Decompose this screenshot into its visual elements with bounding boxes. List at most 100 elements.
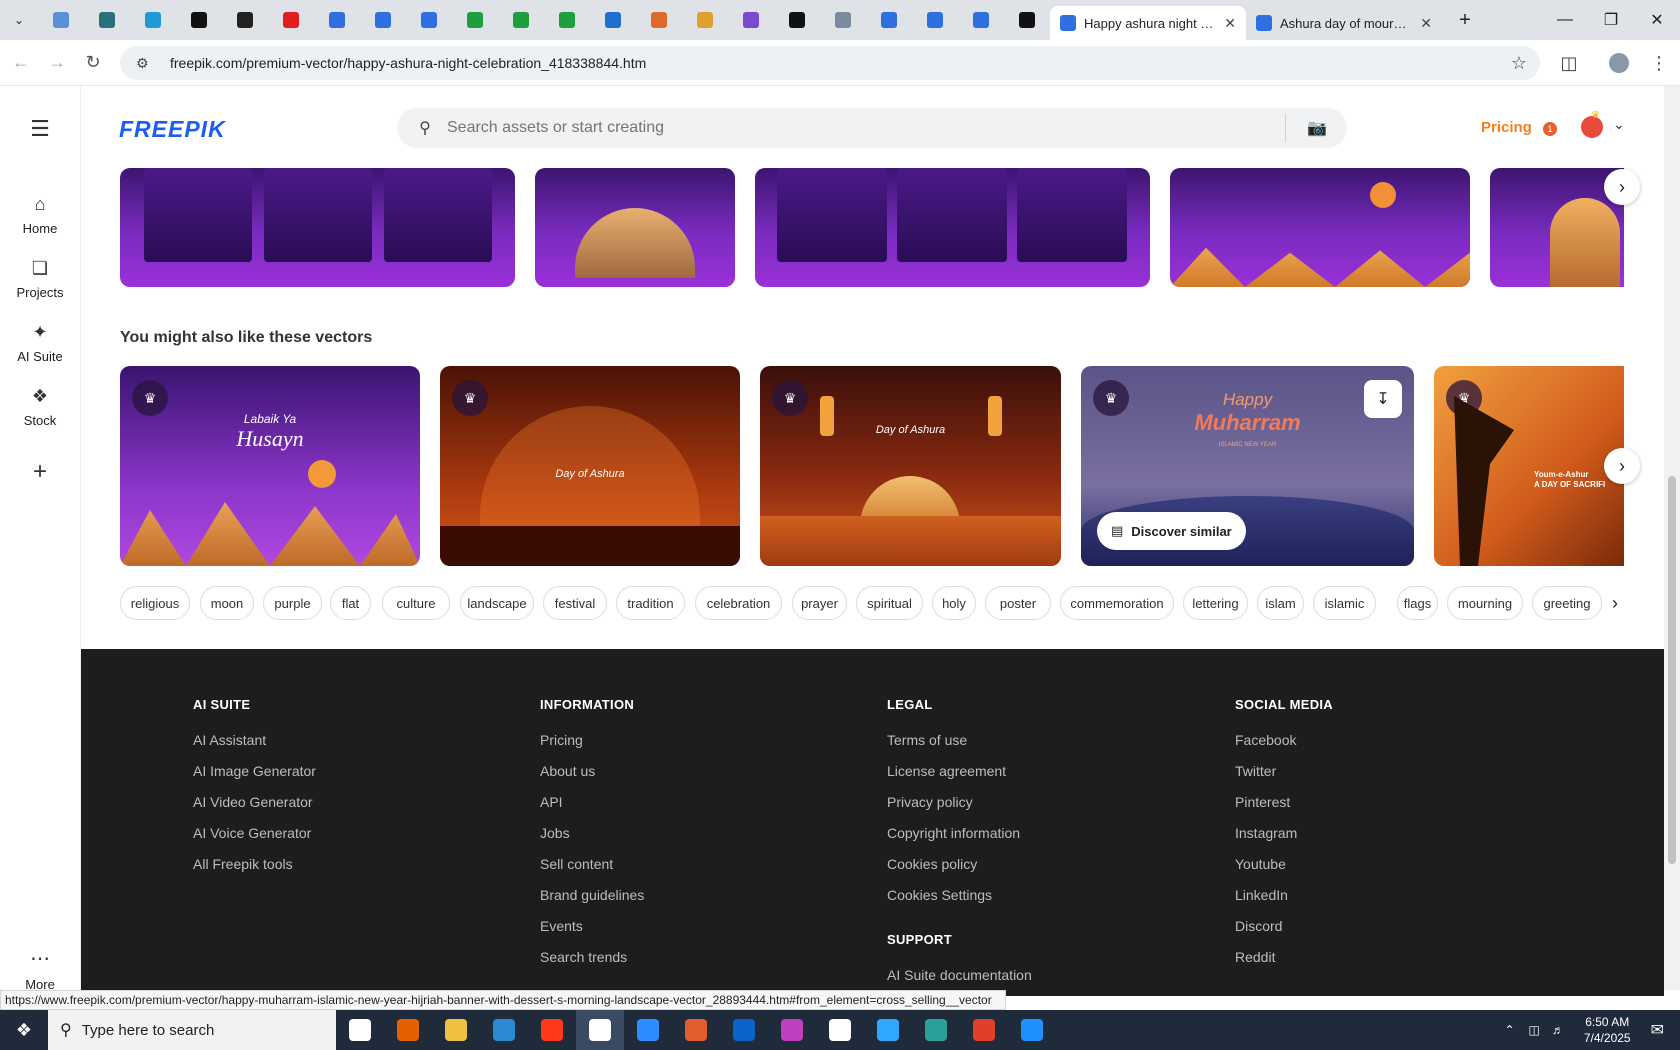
pinned-tab[interactable] <box>728 0 774 40</box>
pinned-tab[interactable] <box>38 0 84 40</box>
back-button[interactable]: ← <box>6 48 36 78</box>
pinned-tab[interactable] <box>176 0 222 40</box>
rail-item-ai-suite[interactable]: ✦ AI Suite <box>0 322 80 364</box>
tag-chip[interactable]: holy <box>932 586 976 620</box>
close-window-button[interactable]: ✕ <box>1634 0 1680 40</box>
footer-link[interactable]: About us <box>540 763 644 794</box>
vector-card[interactable]: ♛ Happy Muharram ISLAMIC NEW YEAR ↧ ▤ Di… <box>1081 366 1414 566</box>
taskbar-app[interactable] <box>1008 1010 1056 1050</box>
footer-link[interactable]: Cookies Settings <box>887 887 1032 918</box>
forward-button[interactable]: → <box>42 48 72 78</box>
tag-chip[interactable]: islam <box>1257 586 1304 620</box>
taskbar-app[interactable] <box>768 1010 816 1050</box>
taskbar-app[interactable] <box>816 1010 864 1050</box>
carousel-card[interactable] <box>1170 168 1470 287</box>
bookmark-star-icon[interactable]: ☆ <box>1504 48 1534 78</box>
footer-link[interactable]: AI Video Generator <box>193 794 316 825</box>
tab-inactive[interactable]: Ashura day of mourning ✕ <box>1246 6 1442 40</box>
pinned-tab[interactable] <box>820 0 866 40</box>
tag-chip[interactable]: religious <box>120 586 190 620</box>
pinned-tab[interactable] <box>958 0 1004 40</box>
pricing-link[interactable]: Pricing <box>1481 119 1532 136</box>
footer-link[interactable]: LinkedIn <box>1235 887 1333 918</box>
pinned-tab[interactable] <box>912 0 958 40</box>
close-tab-icon[interactable]: ✕ <box>1224 15 1236 32</box>
tag-chip[interactable]: landscape <box>460 586 534 620</box>
pinned-tab[interactable] <box>774 0 820 40</box>
camera-icon[interactable]: 📷 <box>1307 118 1327 138</box>
close-tab-icon[interactable]: ✕ <box>1420 15 1432 32</box>
extensions-icon[interactable]: ◫ <box>1554 48 1584 78</box>
pinned-tab[interactable] <box>544 0 590 40</box>
tag-chip[interactable]: culture <box>382 586 450 620</box>
footer-link[interactable]: License agreement <box>887 763 1032 794</box>
rail-add-button[interactable]: + <box>0 458 80 492</box>
tag-chip[interactable]: prayer <box>792 586 847 620</box>
footer-link[interactable]: Jobs <box>540 825 644 856</box>
tag-chip[interactable]: mourning <box>1447 586 1523 620</box>
taskbar-search[interactable]: ⚲ Type here to search <box>48 1010 336 1050</box>
discover-similar-button[interactable]: ▤ Discover similar <box>1097 512 1246 550</box>
freepik-logo[interactable]: FREEPIK <box>119 116 226 143</box>
pinned-tab[interactable] <box>406 0 452 40</box>
footer-link[interactable]: Copyright information <box>887 825 1032 856</box>
tag-chip[interactable]: flags <box>1397 586 1438 620</box>
pinned-tab[interactable] <box>222 0 268 40</box>
pinned-tab[interactable] <box>130 0 176 40</box>
tag-chip[interactable]: celebration <box>695 586 782 620</box>
tag-chip[interactable]: flat <box>330 586 371 620</box>
taskbar-app[interactable] <box>432 1010 480 1050</box>
footer-link[interactable]: AI Assistant <box>193 732 316 763</box>
pinned-tab[interactable] <box>498 0 544 40</box>
footer-link[interactable]: Events <box>540 918 644 949</box>
scrollbar-thumb[interactable] <box>1668 476 1676 864</box>
pinned-tab[interactable] <box>682 0 728 40</box>
chevron-down-icon[interactable]: ⌄ <box>1613 116 1625 133</box>
minimize-button[interactable]: — <box>1542 0 1588 40</box>
search-input[interactable] <box>447 119 1267 137</box>
network-icon[interactable]: ◫ <box>1529 1023 1540 1037</box>
search-bar[interactable]: ⚲ 📷 <box>397 108 1347 148</box>
pinned-tab[interactable] <box>1004 0 1050 40</box>
footer-link[interactable]: Facebook <box>1235 732 1333 763</box>
footer-link[interactable]: Twitter <box>1235 763 1333 794</box>
site-info-icon[interactable]: ⚙ <box>136 55 158 72</box>
taskbar-app[interactable] <box>720 1010 768 1050</box>
footer-link[interactable]: Instagram <box>1235 825 1333 856</box>
carousel-card[interactable] <box>120 168 515 287</box>
pinned-tab[interactable] <box>268 0 314 40</box>
vector-card[interactable]: ♛ Youm-e-Ashur A DAY OF SACRIFI <box>1434 366 1624 566</box>
footer-link[interactable]: AI Voice Generator <box>193 825 316 856</box>
notification-badge[interactable]: 1 <box>1543 122 1557 136</box>
reload-button[interactable]: ↻ <box>78 48 108 78</box>
pinned-tab[interactable] <box>84 0 130 40</box>
vectors-next-button[interactable]: › <box>1604 448 1640 484</box>
pinned-tab[interactable] <box>636 0 682 40</box>
rail-item-stock[interactable]: ❖ Stock <box>0 386 80 428</box>
chevron-right-icon[interactable]: › <box>1612 593 1618 614</box>
taskbar-app[interactable] <box>528 1010 576 1050</box>
clock[interactable]: 6:50 AM 7/4/2025 <box>1584 1014 1631 1046</box>
footer-link[interactable]: Cookies policy <box>887 856 1032 887</box>
browser-menu-icon[interactable]: ⋮ <box>1644 48 1674 78</box>
taskbar-app[interactable] <box>960 1010 1008 1050</box>
carousel-card[interactable] <box>535 168 735 287</box>
new-tab-button[interactable]: + <box>1442 0 1488 40</box>
footer-link[interactable]: AI Image Generator <box>193 763 316 794</box>
footer-link[interactable]: Privacy policy <box>887 794 1032 825</box>
rail-item-more[interactable]: ⋯ More <box>0 946 80 992</box>
tag-chip[interactable]: festival <box>543 586 607 620</box>
pinned-tab[interactable] <box>590 0 636 40</box>
tag-chip[interactable]: poster <box>985 586 1051 620</box>
footer-link[interactable]: Pricing <box>540 732 644 763</box>
tag-chip[interactable]: tradition <box>616 586 685 620</box>
url-field[interactable]: ⚙ freepik.com/premium-vector/happy-ashur… <box>120 46 1540 80</box>
taskbar-app[interactable] <box>672 1010 720 1050</box>
windows-start-button[interactable]: ❖ <box>0 1010 48 1050</box>
footer-link[interactable]: Youtube <box>1235 856 1333 887</box>
page-scrollbar[interactable] <box>1664 86 1680 990</box>
footer-link[interactable]: Terms of use <box>887 732 1032 763</box>
pinned-tab[interactable] <box>314 0 360 40</box>
footer-link[interactable]: Reddit <box>1235 949 1333 980</box>
rail-item-projects[interactable]: ❏ Projects <box>0 258 80 300</box>
